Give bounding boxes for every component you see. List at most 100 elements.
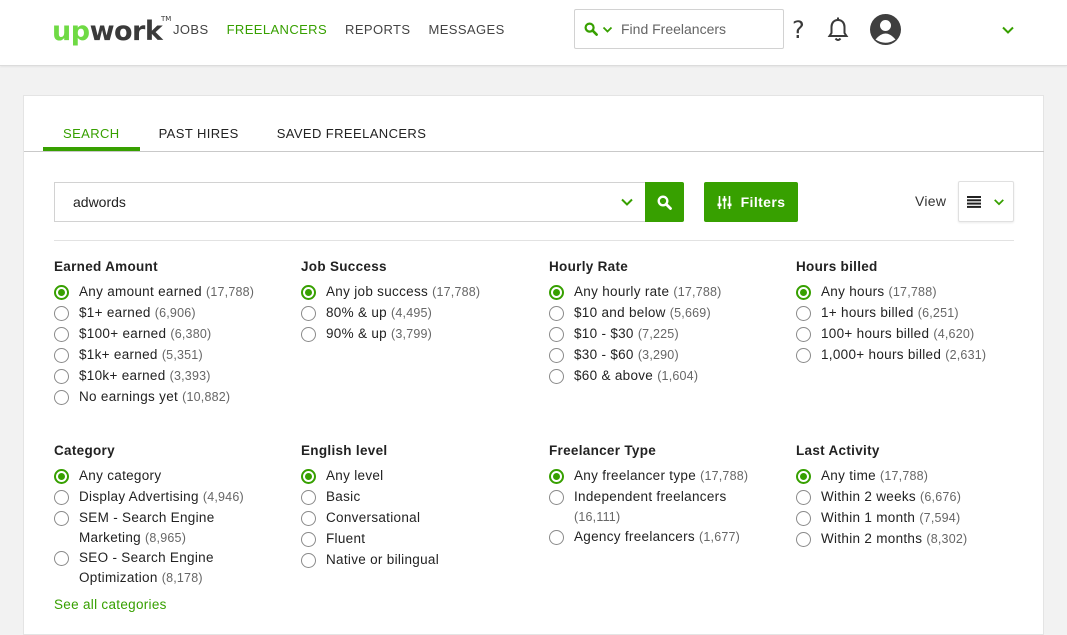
nav-item-messages[interactable]: MESSAGES <box>428 22 504 38</box>
filter-option[interactable]: Basic <box>301 487 541 508</box>
filter-option[interactable]: Any job success (17,788) <box>301 282 541 303</box>
radio-unchecked[interactable] <box>301 511 316 526</box>
radio-checked[interactable] <box>549 285 564 300</box>
find-freelancers-search[interactable] <box>574 9 784 49</box>
radio-unchecked[interactable] <box>549 490 564 505</box>
filter-option[interactable]: SEO - Search Engine Optimization (8,178) <box>54 548 254 588</box>
filter-option[interactable]: 1+ hours billed (6,251) <box>796 303 1036 324</box>
query-field[interactable] <box>54 182 645 222</box>
filter-option[interactable]: No earnings yet (10,882) <box>54 387 294 408</box>
radio-unchecked[interactable] <box>549 306 564 321</box>
radio-unchecked[interactable] <box>549 530 564 545</box>
radio-unchecked[interactable] <box>549 327 564 342</box>
filter-option[interactable]: SEM - Search Engine Marketing (8,965) <box>54 508 254 548</box>
filter-option[interactable]: Independent freelancers (16,111) <box>549 487 769 527</box>
radio-unchecked[interactable] <box>301 327 316 342</box>
nav-item-jobs[interactable]: JOBS <box>173 22 209 38</box>
radio-unchecked[interactable] <box>301 306 316 321</box>
user-avatar-icon[interactable] <box>869 13 902 46</box>
radio-unchecked[interactable] <box>54 348 69 363</box>
filter-option[interactable]: Any hours (17,788) <box>796 282 1036 303</box>
radio-checked[interactable] <box>54 469 69 484</box>
filter-option[interactable]: $30 - $60 (3,290) <box>549 345 789 366</box>
radio-unchecked[interactable] <box>796 532 811 547</box>
filter-option[interactable]: Fluent <box>301 529 541 550</box>
filter-option[interactable]: $1k+ earned (5,351) <box>54 345 294 366</box>
filter-option[interactable]: $10 - $30 (7,225) <box>549 324 789 345</box>
radio-unchecked[interactable] <box>796 348 811 363</box>
radio-checked[interactable] <box>549 469 564 484</box>
filter-option[interactable]: Any level <box>301 466 541 487</box>
nav-item-reports[interactable]: REPORTS <box>345 22 410 38</box>
filter-option[interactable]: $100+ earned (6,380) <box>54 324 294 345</box>
filters-button[interactable]: Filters <box>704 182 798 222</box>
filter-option[interactable]: Any hourly rate (17,788) <box>549 282 789 303</box>
filter-option-text: $10 - $30 (7,225) <box>574 324 679 344</box>
filter-option[interactable]: $10 and below (5,669) <box>549 303 789 324</box>
filter-option[interactable]: Any category <box>54 466 254 487</box>
filter-option-count: (6,380) <box>170 327 212 341</box>
see-all-categories-link[interactable]: See all categories <box>54 597 167 612</box>
search-icon[interactable] <box>584 22 598 36</box>
radio-unchecked[interactable] <box>54 490 69 505</box>
chevron-down-icon[interactable] <box>602 24 613 35</box>
filter-option[interactable]: 100+ hours billed (4,620) <box>796 324 1036 345</box>
filter-option-label: Any hourly rate <box>574 284 670 299</box>
filter-option[interactable]: $10k+ earned (3,393) <box>54 366 294 387</box>
nav-item-freelancers[interactable]: FREELANCERS <box>227 22 327 38</box>
help-icon[interactable]: ? <box>792 16 805 44</box>
radio-unchecked[interactable] <box>796 511 811 526</box>
view-toggle-button[interactable] <box>958 181 1014 222</box>
filter-option[interactable]: Any freelancer type (17,788) <box>549 466 769 487</box>
tab-saved-freelancers[interactable]: SAVED FREELANCERS <box>258 126 446 151</box>
radio-checked[interactable] <box>796 469 811 484</box>
radio-unchecked[interactable] <box>301 490 316 505</box>
radio-checked[interactable] <box>54 285 69 300</box>
radio-checked[interactable] <box>796 285 811 300</box>
filter-option[interactable]: $1+ earned (6,906) <box>54 303 294 324</box>
filter-option-label: Fluent <box>326 531 366 546</box>
filter-option-count: (3,393) <box>169 369 211 383</box>
radio-unchecked[interactable] <box>54 390 69 405</box>
radio-unchecked[interactable] <box>301 553 316 568</box>
filter-option[interactable]: Display Advertising (4,946) <box>54 487 254 508</box>
radio-unchecked[interactable] <box>796 327 811 342</box>
filter-option[interactable]: Native or bilingual <box>301 550 541 571</box>
query-search-button[interactable] <box>645 182 684 222</box>
radio-unchecked[interactable] <box>54 551 69 566</box>
tab-past-hires[interactable]: PAST HIRES <box>140 126 258 151</box>
radio-unchecked[interactable] <box>54 306 69 321</box>
radio-unchecked[interactable] <box>796 490 811 505</box>
radio-unchecked[interactable] <box>549 348 564 363</box>
filter-option[interactable]: Any amount earned (17,788) <box>54 282 294 303</box>
filter-option-text: SEO - Search Engine Optimization (8,178) <box>79 548 254 588</box>
radio-checked[interactable] <box>301 285 316 300</box>
radio-unchecked[interactable] <box>301 532 316 547</box>
radio-checked[interactable] <box>301 469 316 484</box>
filter-option[interactable]: Within 2 weeks (6,676) <box>796 487 1036 508</box>
bell-icon[interactable] <box>826 16 850 44</box>
upwork-logo[interactable]: upwork TM <box>52 13 171 47</box>
find-freelancers-input[interactable] <box>621 21 781 37</box>
filter-option[interactable]: Within 2 months (8,302) <box>796 529 1036 550</box>
radio-unchecked[interactable] <box>54 327 69 342</box>
filter-option[interactable]: Any time (17,788) <box>796 466 1036 487</box>
filter-option[interactable]: $60 & above (1,604) <box>549 366 789 387</box>
filter-option[interactable]: 1,000+ hours billed (2,631) <box>796 345 1036 366</box>
filter-option[interactable]: Agency freelancers (1,677) <box>549 527 769 548</box>
filter-option[interactable]: 80% & up (4,495) <box>301 303 541 324</box>
tab-search[interactable]: SEARCH <box>43 126 140 151</box>
radio-unchecked[interactable] <box>796 306 811 321</box>
radio-unchecked[interactable] <box>549 369 564 384</box>
filter-option[interactable]: Conversational <box>301 508 541 529</box>
query-input[interactable] <box>73 194 593 210</box>
filter-option-count: (17,788) <box>432 285 481 299</box>
query-chevron-down-icon[interactable] <box>620 195 634 209</box>
filter-option[interactable]: Within 1 month (7,594) <box>796 508 1036 529</box>
radio-unchecked[interactable] <box>54 511 69 526</box>
radio-unchecked[interactable] <box>54 369 69 384</box>
filter-option[interactable]: 90% & up (3,799) <box>301 324 541 345</box>
filter-group-title: Hourly Rate <box>549 259 629 274</box>
account-chevron-down-icon[interactable] <box>1001 23 1015 37</box>
filter-option-count: (8,302) <box>926 532 968 546</box>
